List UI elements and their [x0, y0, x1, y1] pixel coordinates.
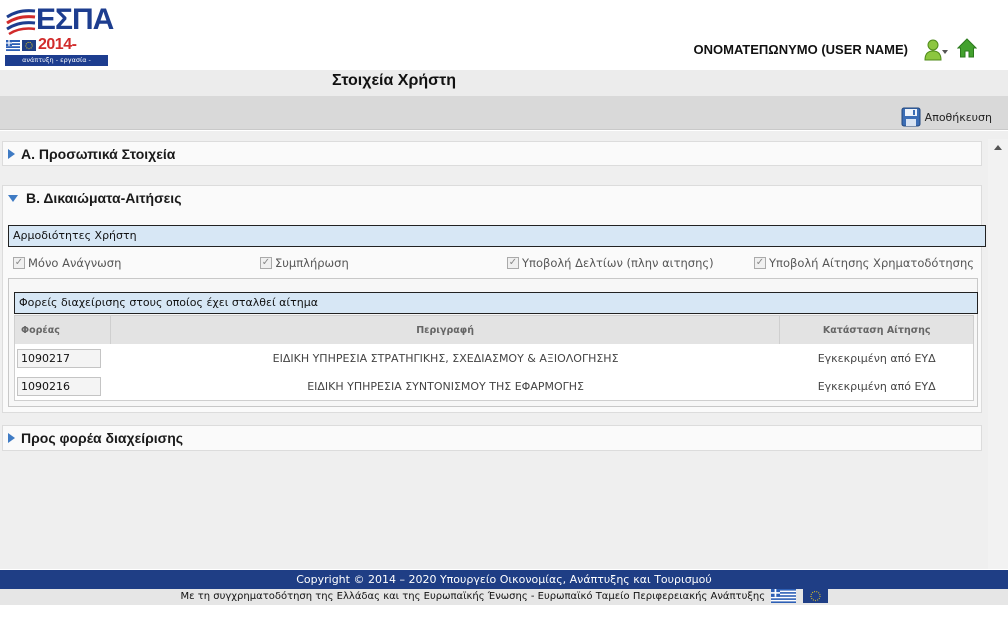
checkbox-checked-icon[interactable]: ✓: [507, 257, 519, 269]
column-header-status[interactable]: Κατάσταση Αίτησης: [780, 316, 973, 344]
section-to-managing-body: Προς φορέα διαχείρισης: [2, 425, 982, 451]
user-menu-icon[interactable]: [924, 39, 948, 61]
home-icon[interactable]: [957, 38, 977, 58]
permission-label: Συμπλήρωση: [275, 256, 349, 270]
permission-label: Μόνο Ανάγνωση: [28, 256, 122, 270]
column-header-description[interactable]: Περιγραφή: [111, 316, 781, 344]
page-title: Στοιχεία Χρήστη: [332, 72, 456, 89]
logo-word: ΕΣΠΑ: [36, 3, 114, 36]
logo-flags-icon: [6, 40, 36, 51]
expand-arrow-icon: [8, 149, 15, 159]
permissions-row: ✓ Μόνο Ανάγνωση ✓ Συμπλήρωση ✓ Υποβολή Δ…: [11, 254, 981, 274]
body-description: ΕΙΔΙΚΗ ΥΠΗΡΕΣΙΑ ΣΥΝΤΟΝΙΣΜΟΥ ΤΗΣ ΕΦΑΡΜΟΓΗ…: [307, 379, 584, 393]
section-personal-data-header[interactable]: Α. Προσωπικά Στοιχεία: [3, 142, 981, 166]
table-header: Φορέας Περιγραφή Κατάσταση Αίτησης: [15, 316, 973, 344]
checkbox-checked-icon[interactable]: ✓: [260, 257, 272, 269]
permission-read-only[interactable]: ✓ Μόνο Ανάγνωση: [13, 256, 121, 270]
table-row[interactable]: 1090217 ΕΙΔΙΚΗ ΥΠΗΡΕΣΙΑ ΣΤΡΑΤΗΓΙΚΗΣ, ΣΧΕ…: [15, 344, 973, 372]
section-rights-requests-header[interactable]: Β. Δικαιώματα-Αιτήσεις: [3, 186, 981, 210]
permission-label: Υποβολή Αίτησης Χρηματοδότησης: [769, 256, 974, 270]
permission-submit-reports[interactable]: ✓ Υποβολή Δελτίων (πλην αιτησης): [507, 256, 714, 270]
managing-bodies-title: Φορείς διαχείρισης στους οποίος έχει στα…: [14, 292, 978, 314]
managing-bodies-table: Φορέας Περιγραφή Κατάσταση Αίτησης 10902…: [14, 315, 974, 401]
header: ΕΣΠΑ 2014-2020 ανάπτυξη - εργασία - αλλη…: [0, 0, 1008, 75]
user-name: ΟΝΟΜΑΤΕΠΩΝΥΜΟ (USER NAME): [693, 42, 908, 57]
collapse-arrow-icon: [8, 194, 18, 202]
expand-arrow-icon: [8, 433, 15, 443]
espa-swoosh-icon: [6, 9, 36, 35]
vertical-scrollbar[interactable]: [988, 139, 1008, 569]
section-title: Α. Προσωπικά Στοιχεία: [21, 146, 176, 162]
cofunding-text: Με τη συγχρηματοδότηση της Ελλάδας και τ…: [180, 591, 766, 602]
footer-cofunding: Με τη συγχρηματοδότηση της Ελλάδας και τ…: [0, 589, 1008, 605]
eu-flag-icon: [802, 589, 828, 603]
toolbar: Αποθήκευση: [0, 96, 1008, 130]
request-status: Εγκεκριμένη από ΕΥΔ: [817, 351, 936, 365]
managing-bodies-panel: Φορείς διαχείρισης στους οποίος έχει στα…: [8, 278, 978, 407]
permission-label: Υποβολή Δελτίων (πλην αιτησης): [522, 256, 714, 270]
body-description: ΕΙΔΙΚΗ ΥΠΗΡΕΣΙΑ ΣΤΡΑΤΗΓΙΚΗΣ, ΣΧΕΔΙΑΣΜΟΥ …: [272, 351, 619, 365]
section-title: Β. Δικαιώματα-Αιτήσεις: [26, 190, 182, 206]
section-title: Προς φορέα διαχείρισης: [21, 430, 184, 446]
greek-flag-icon: [771, 589, 797, 603]
section-to-managing-body-header[interactable]: Προς φορέα διαχείρισης: [3, 426, 981, 450]
table-row[interactable]: 1090216 ΕΙΔΙΚΗ ΥΠΗΡΕΣΙΑ ΣΥΝΤΟΝΙΣΜΟΥ ΤΗΣ …: [15, 372, 973, 400]
save-label: Αποθήκευση: [924, 110, 992, 124]
body-code: 1090217: [17, 348, 101, 368]
section-rights-requests: Β. Δικαιώματα-Αιτήσεις Αρμοδιότητες Χρήσ…: [2, 185, 986, 413]
permission-fill-in[interactable]: ✓ Συμπλήρωση: [260, 256, 349, 270]
logo-tagline: ανάπτυξη - εργασία - αλληλεγγύη: [5, 55, 108, 75]
section-personal-data: Α. Προσωπικά Στοιχεία: [2, 141, 982, 166]
page: ΕΣΠΑ 2014-2020 ανάπτυξη - εργασία - αλλη…: [0, 0, 1008, 639]
request-status: Εγκεκριμένη από ΕΥΔ: [817, 379, 936, 393]
permissions-title: Αρμοδιότητες Χρήστη: [8, 225, 986, 247]
scroll-up-arrow-icon[interactable]: [994, 145, 1002, 150]
checkbox-checked-icon[interactable]: ✓: [13, 257, 25, 269]
body-code: 1090216: [17, 376, 101, 396]
floppy-disk-icon: [901, 107, 921, 127]
title-bar: Στοιχεία Χρήστη: [0, 70, 1008, 96]
checkbox-checked-icon[interactable]: ✓: [754, 257, 766, 269]
espa-logo[interactable]: ΕΣΠΑ 2014-2020 ανάπτυξη - εργασία - αλλη…: [5, 3, 114, 75]
footer-copyright: Copyright © 2014 – 2020 Υπουργείο Οικονο…: [0, 570, 1008, 589]
save-button[interactable]: Αποθήκευση: [901, 107, 992, 127]
permission-submit-funding-request[interactable]: ✓ Υποβολή Αίτησης Χρηματοδότησης: [754, 256, 974, 270]
column-header-body[interactable]: Φορέας: [15, 316, 111, 344]
